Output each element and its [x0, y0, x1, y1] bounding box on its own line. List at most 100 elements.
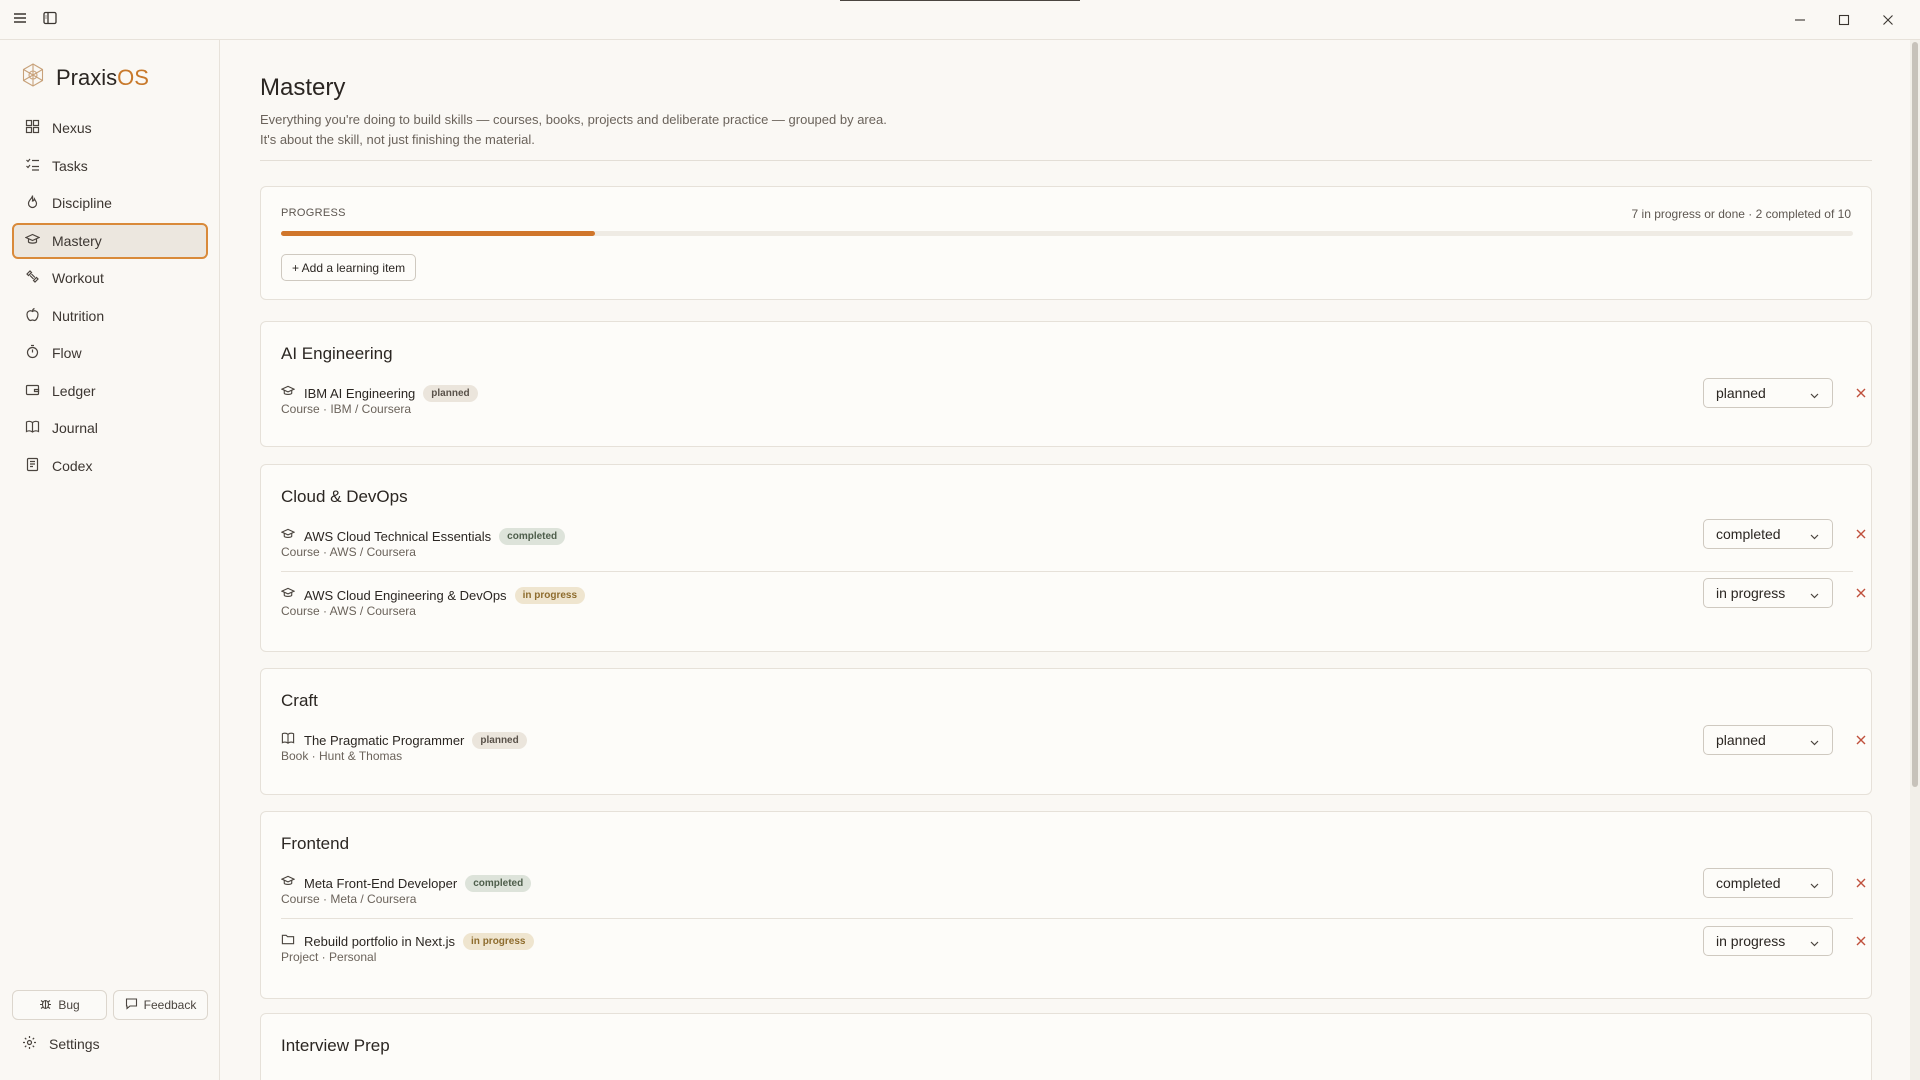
row-divider — [281, 571, 1853, 572]
bug-button[interactable]: Bug — [12, 990, 107, 1020]
item-title: IBM AI Engineering — [304, 385, 416, 401]
sidebar-item-nutrition[interactable]: Nutrition — [12, 298, 208, 334]
graduation-cap-icon — [280, 874, 296, 893]
chevron-down-icon — [1809, 936, 1820, 952]
settings-link[interactable]: Settings — [22, 1035, 100, 1053]
graduation-cap-icon — [280, 586, 296, 605]
status-badge: completed — [499, 527, 566, 545]
add-learning-item-button[interactable]: + Add a learning item — [281, 254, 417, 281]
bug-icon — [39, 997, 52, 1013]
group-title: Interview Prep — [281, 1036, 390, 1055]
sidebar-item-label: Nexus — [52, 120, 92, 136]
status-select[interactable]: planned — [1703, 378, 1833, 408]
chevron-down-icon — [1809, 588, 1820, 604]
group-title: Craft — [281, 691, 318, 710]
status-select[interactable]: planned — [1703, 725, 1833, 755]
page-title: Mastery — [260, 74, 346, 101]
remove-icon[interactable] — [1854, 876, 1868, 890]
group-title: AI Engineering — [281, 344, 393, 363]
title-bar — [0, 0, 1920, 40]
sidebar-item-mastery[interactable]: Mastery — [12, 222, 208, 259]
settings-label: Settings — [49, 1036, 100, 1052]
book-icon — [25, 419, 40, 437]
sidebar-item-tasks[interactable]: Tasks — [12, 148, 208, 184]
brand[interactable]: PraxisOS — [20, 62, 149, 93]
item-meta: Book · Hunt & Thomas — [281, 749, 403, 763]
notebook-icon — [25, 457, 40, 475]
brand-name: PraxisOS — [56, 64, 149, 90]
item-title: AWS Cloud Technical Essentials — [304, 528, 492, 544]
chevron-down-icon — [1809, 878, 1820, 894]
scrollbar-thumb[interactable] — [1912, 42, 1918, 787]
group-title: Frontend — [281, 834, 350, 853]
list-item: The Pragmatic Programmer planned Book · … — [281, 725, 1866, 785]
close-icon[interactable] — [1866, 8, 1910, 32]
list-item: Meta Front-End Developer completed Cours… — [280, 868, 1866, 928]
sidebar-item-nexus[interactable]: Nexus — [12, 110, 208, 146]
remove-icon[interactable] — [1854, 934, 1868, 948]
graduation-cap-icon — [24, 232, 41, 250]
group-card-cloud-devops: Cloud & DevOps AWS Cloud Technical Essen… — [260, 464, 1872, 652]
sidebar-item-label: Nutrition — [52, 307, 105, 324]
status-select-value: planned — [1716, 732, 1766, 748]
page-description-line: Everything you're doing to build skills … — [260, 112, 887, 127]
sidebar-item-label: Journal — [52, 420, 98, 436]
progress-card: PROGRESS 7 in progress or done · 2 compl… — [260, 186, 1872, 300]
sidebar-item-discipline[interactable]: Discipline — [12, 185, 208, 221]
status-badge: planned — [423, 384, 478, 402]
sidebar-item-label: Mastery — [52, 232, 102, 249]
status-select-value: in progress — [1716, 933, 1786, 949]
logo-icon — [20, 62, 46, 93]
item-meta: Course · Meta / Coursera — [281, 892, 417, 906]
sidebar-item-journal[interactable]: Journal — [12, 410, 208, 446]
remove-icon[interactable] — [1854, 386, 1868, 400]
flame-icon — [25, 194, 40, 212]
remove-icon[interactable] — [1854, 586, 1868, 600]
graduation-cap-icon — [280, 527, 296, 546]
menu-icon[interactable] — [12, 10, 28, 31]
book-open-icon — [281, 731, 295, 750]
item-title: Meta Front-End Developer — [304, 875, 458, 891]
sidebar-item-workout[interactable]: Workout — [12, 260, 208, 296]
sidebar-item-label: Codex — [52, 457, 93, 474]
remove-icon[interactable] — [1854, 527, 1868, 541]
timer-icon — [25, 344, 40, 362]
status-select[interactable]: completed — [1703, 868, 1833, 898]
remove-icon[interactable] — [1854, 733, 1868, 747]
checklist-icon — [25, 157, 40, 175]
maximize-icon[interactable] — [1822, 8, 1866, 32]
sidebar-item-flow[interactable]: Flow — [12, 335, 208, 371]
item-title: The Pragmatic Programmer — [304, 732, 465, 748]
graduation-cap-icon — [280, 384, 296, 403]
item-title: Rebuild portfolio in Next.js — [304, 933, 456, 949]
item-meta: Course · AWS / Coursera — [281, 604, 416, 618]
sidebar-item-ledger[interactable]: Ledger — [12, 373, 208, 409]
group-card-ai-engineering: AI Engineering IBM AI Engineering planne… — [260, 321, 1872, 447]
grid-icon — [25, 119, 40, 137]
status-select[interactable]: completed — [1703, 519, 1833, 549]
status-select[interactable]: in progress — [1703, 926, 1833, 956]
sidebar-toggle-icon[interactable] — [42, 10, 58, 31]
group-card-interview-prep: Interview Prep — [260, 1013, 1872, 1080]
group-card-frontend: Frontend Meta Front-End Developer comple… — [260, 811, 1872, 999]
status-select-value: completed — [1716, 875, 1781, 891]
status-select[interactable]: in progress — [1703, 578, 1833, 608]
progress-label: PROGRESS — [281, 207, 346, 219]
chevron-down-icon — [1809, 388, 1820, 404]
sidebar-item-label: Tasks — [52, 157, 88, 174]
chevron-down-icon — [1809, 529, 1820, 545]
status-badge: in progress — [463, 932, 534, 950]
status-badge: planned — [472, 731, 527, 749]
status-badge: in progress — [514, 586, 586, 604]
list-item: Rebuild portfolio in Next.js in progress… — [281, 926, 1866, 986]
progress-bar — [281, 231, 1853, 236]
status-select-value: planned — [1716, 385, 1766, 401]
sidebar-item-codex[interactable]: Codex — [12, 448, 208, 484]
minimize-icon[interactable] — [1778, 8, 1822, 32]
sidebar-item-label: Workout — [52, 270, 104, 286]
feedback-button[interactable]: Feedback — [113, 990, 208, 1020]
divider — [260, 160, 1872, 161]
page-description-line: It's about the skill, not just finishing… — [260, 132, 535, 147]
dumbbell-icon — [25, 269, 40, 287]
item-meta: Course · IBM / Coursera — [281, 402, 412, 416]
